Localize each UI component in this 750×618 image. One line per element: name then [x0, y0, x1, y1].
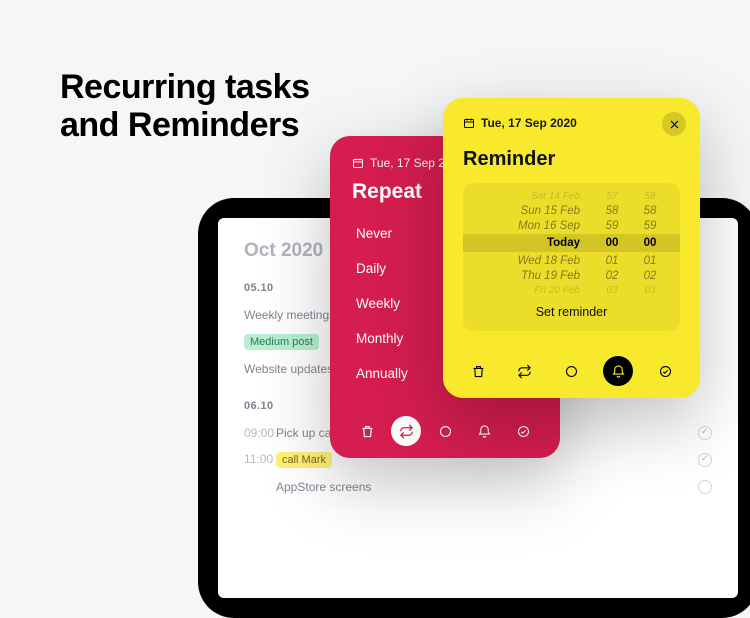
trash-icon [360, 424, 375, 439]
sheet-date: Tue, 17 Sep 2020 [463, 116, 680, 130]
repeat-icon [517, 364, 532, 379]
repeat-toolbar [352, 406, 538, 446]
task-text: 11:00call Mark [244, 452, 332, 468]
check-icon[interactable] [698, 453, 712, 467]
picker-day: Thu 19 Feb [481, 270, 586, 282]
picker-minute: 03 [638, 285, 662, 296]
set-reminder-button[interactable]: Set reminder [463, 297, 680, 321]
picker-minute: 01 [638, 255, 662, 267]
picker-row[interactable]: Sat 14 Feb 57 58 [463, 189, 680, 203]
picker-hour: 01 [600, 255, 624, 267]
reminder-button[interactable] [469, 416, 499, 446]
picker-day: Today [481, 237, 586, 249]
picker-hour: 57 [600, 191, 624, 202]
hero-line-1: Recurring tasks [60, 68, 310, 106]
task-text: 09:00Pick up car [244, 426, 335, 440]
picker-row[interactable]: Wed 18 Feb 01 01 [463, 253, 680, 268]
check-circle-icon [516, 424, 531, 439]
reminder-button[interactable] [603, 356, 633, 386]
done-button[interactable] [650, 356, 680, 386]
picker-minute: 02 [638, 270, 662, 282]
bell-icon [477, 424, 492, 439]
check-icon[interactable] [698, 480, 712, 494]
status-button[interactable] [430, 416, 460, 446]
task-text: Weekly meetings [244, 308, 335, 322]
status-button[interactable] [557, 356, 587, 386]
circle-icon [438, 424, 453, 439]
calendar-icon [352, 157, 364, 169]
picker-row[interactable]: Mon 16 Sep 59 59 [463, 218, 680, 233]
calendar-icon [463, 117, 475, 129]
task-row[interactable]: AppStore screens [244, 474, 712, 500]
picker-day: Mon 16 Sep [481, 220, 586, 232]
picker-hour: 03 [600, 285, 624, 296]
picker-minute: 00 [638, 237, 662, 249]
trash-icon [471, 364, 486, 379]
repeat-icon [399, 424, 414, 439]
task-chip: Medium post [244, 334, 319, 350]
reminder-sheet: Tue, 17 Sep 2020 Reminder Sat 14 Feb 57 58… [443, 98, 700, 398]
repeat-button[interactable] [391, 416, 421, 446]
done-button[interactable] [508, 416, 538, 446]
sheet-date-text: Tue, 17 Sep 2020 [481, 116, 577, 130]
reminder-title: Reminder [463, 148, 680, 171]
picker-row[interactable]: Thu 19 Feb 02 02 [463, 268, 680, 283]
delete-button[interactable] [352, 416, 382, 446]
picker-row[interactable]: Fri 20 Feb 03 03 [463, 283, 680, 297]
picker-day: Wed 18 Feb [481, 255, 586, 267]
check-circle-icon [658, 364, 673, 379]
picker-minute: 59 [638, 220, 662, 232]
check-icon[interactable] [698, 426, 712, 440]
task-text: AppStore screens [244, 480, 371, 494]
picker-hour: 58 [600, 205, 624, 217]
picker-minute: 58 [638, 205, 662, 217]
hero-title: Recurring tasks and Reminders [60, 68, 310, 144]
delete-button[interactable] [463, 356, 493, 386]
picker-hour: 59 [600, 220, 624, 232]
picker-row[interactable]: Today 00 00 [463, 234, 680, 252]
datetime-picker[interactable]: Sat 14 Feb 57 58 Sun 15 Feb 58 58 Mon 16 Sep 59… [463, 183, 680, 331]
picker-row[interactable]: Sun 15 Feb 58 58 [463, 203, 680, 218]
picker-day: Fri 20 Feb [481, 285, 586, 296]
repeat-button[interactable] [510, 356, 540, 386]
picker-minute: 58 [638, 191, 662, 202]
task-text: Website updates [244, 362, 333, 376]
picker-hour: 02 [600, 270, 624, 282]
bell-icon [611, 364, 626, 379]
hero-line-2: and Reminders [60, 106, 310, 144]
circle-icon [564, 364, 579, 379]
picker-day: Sat 14 Feb [481, 191, 586, 202]
picker-day: Sun 15 Feb [481, 205, 586, 217]
reminder-toolbar [463, 344, 680, 386]
picker-hour: 00 [600, 237, 624, 249]
